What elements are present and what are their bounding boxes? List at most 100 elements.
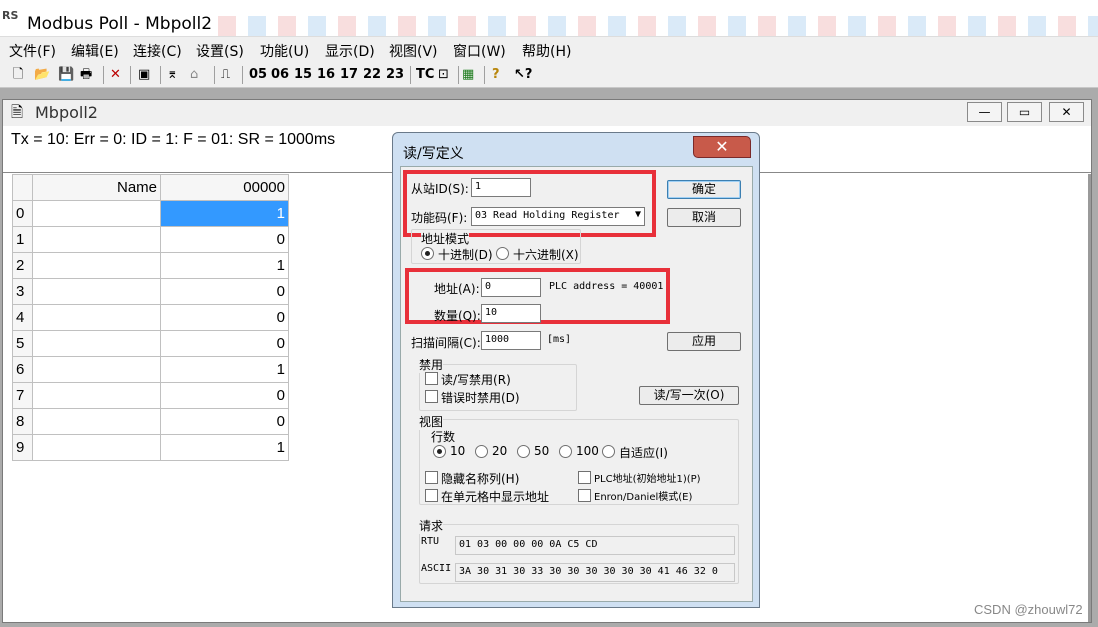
toolbar-divider [242, 66, 243, 84]
pulse-icon[interactable]: ⎍ [221, 65, 230, 85]
rows-20-radio[interactable] [475, 445, 488, 458]
hide-name-column-checkbox[interactable] [425, 471, 438, 484]
close-window-button[interactable]: ✕ [1049, 102, 1084, 122]
dialog-body: 从站ID(S): 1 功能码(F): 03 Read Holding Regis… [400, 166, 753, 602]
new-file-icon[interactable]: 🗋 [13, 65, 23, 85]
column-header-address[interactable]: 00000 [160, 174, 289, 201]
disable-rw-checkbox[interactable] [425, 372, 438, 385]
menu-window[interactable]: 窗口(W) [453, 41, 506, 61]
slave-id-field[interactable]: 1 [471, 178, 531, 197]
name-cell[interactable] [32, 356, 161, 383]
fc-23-button[interactable]: 23 [386, 65, 404, 85]
value-cell[interactable]: 0 [160, 382, 289, 409]
print-icon[interactable]: 🖶 [80, 65, 92, 85]
value-cell[interactable]: 1 [160, 356, 289, 383]
name-cell[interactable] [32, 408, 161, 435]
fc-06-button[interactable]: 06 [271, 65, 289, 85]
ascii-field[interactable]: 3A 30 31 30 33 30 30 30 30 30 30 41 46 3… [455, 563, 735, 582]
minimize-button[interactable]: — [967, 102, 1002, 122]
tc-button[interactable]: TC [416, 65, 434, 85]
table-row[interactable]: 70 [12, 382, 289, 409]
name-cell[interactable] [32, 252, 161, 279]
function-select[interactable]: 03 Read Holding Register ▼ [471, 207, 645, 226]
rows-10-radio[interactable] [433, 445, 446, 458]
enron-daniel-checkbox[interactable] [578, 489, 591, 502]
value-cell[interactable]: 0 [160, 226, 289, 253]
table-row[interactable]: 30 [12, 278, 289, 305]
menu-view[interactable]: 视图(V) [389, 41, 438, 61]
rows-label: 行数 [431, 430, 456, 444]
menu-setup[interactable]: 设置(S) [196, 41, 244, 61]
menu-connect[interactable]: 连接(C) [133, 41, 182, 61]
name-cell[interactable] [32, 278, 161, 305]
name-cell[interactable] [32, 200, 161, 227]
chart-icon[interactable]: ▦ [462, 65, 474, 85]
table-row[interactable]: 01 [12, 200, 289, 227]
value-cell[interactable]: 0 [160, 304, 289, 331]
value-cell[interactable]: 1 [160, 200, 289, 227]
disable-on-error-checkbox[interactable] [425, 390, 438, 403]
apply-button[interactable]: 应用 [667, 332, 741, 351]
value-cell[interactable]: 0 [160, 330, 289, 357]
rows-fit-radio[interactable] [602, 445, 615, 458]
rtu-field[interactable]: 01 03 00 00 00 0A C5 CD [455, 536, 735, 555]
context-help-icon[interactable]: ↖? [514, 65, 532, 85]
toolbar-divider [484, 66, 485, 84]
rows-100-radio[interactable] [559, 445, 572, 458]
hex-radio[interactable] [496, 247, 509, 260]
cancel-button[interactable]: 取消 [667, 208, 741, 227]
decimal-radio[interactable] [421, 247, 434, 260]
name-cell[interactable] [32, 434, 161, 461]
table-row[interactable]: 50 [12, 330, 289, 357]
row-index: 7 [12, 382, 33, 409]
disconnect-icon[interactable]: ⌂ [190, 65, 198, 85]
rows-50-radio[interactable] [517, 445, 530, 458]
fc-22-button[interactable]: 22 [363, 65, 381, 85]
plc-addresses-checkbox[interactable] [578, 471, 591, 484]
name-cell[interactable] [32, 382, 161, 409]
column-header-name[interactable]: Name [32, 174, 161, 201]
quantity-field[interactable]: 10 [481, 304, 541, 323]
ok-button[interactable]: 确定 [667, 180, 741, 199]
table-row[interactable]: 61 [12, 356, 289, 383]
fc-15-button[interactable]: 15 [294, 65, 312, 85]
address-field[interactable]: 0 [481, 278, 541, 297]
name-cell[interactable] [32, 304, 161, 331]
open-folder-icon[interactable]: 📂 [34, 65, 50, 85]
value-cell[interactable]: 0 [160, 278, 289, 305]
menu-help[interactable]: 帮助(H) [522, 41, 571, 61]
read-write-definition-dialog: 读/写定义 ✕ 从站ID(S): 1 功能码(F): 03 Read Holdi… [392, 132, 760, 608]
hex-label: 十六进制(X) [513, 248, 579, 262]
value-cell[interactable]: 0 [160, 408, 289, 435]
fc-17-button[interactable]: 17 [340, 65, 358, 85]
value-cell[interactable]: 1 [160, 434, 289, 461]
table-row[interactable]: 40 [12, 304, 289, 331]
name-cell[interactable] [32, 330, 161, 357]
maximize-button[interactable]: ▭ [1007, 102, 1042, 122]
show-address-in-cell-checkbox[interactable] [425, 489, 438, 502]
connect-icon[interactable]: ⌆ [167, 65, 178, 85]
table-row[interactable]: 91 [12, 434, 289, 461]
menu-edit[interactable]: 编辑(E) [71, 41, 119, 61]
window-icon[interactable]: ▣ [138, 65, 150, 85]
save-icon[interactable]: 💾 [58, 65, 74, 85]
monitor-icon[interactable]: ⊡ [438, 65, 449, 85]
table-row[interactable]: 21 [12, 252, 289, 279]
disable-rw-label: 读/写禁用(R) [441, 373, 511, 387]
row-index: 2 [12, 252, 33, 279]
table-row[interactable]: 10 [12, 226, 289, 253]
dialog-close-button[interactable]: ✕ [693, 136, 751, 158]
menu-functions[interactable]: 功能(U) [260, 41, 309, 61]
menu-display[interactable]: 显示(D) [325, 41, 375, 61]
scan-rate-field[interactable]: 1000 [481, 331, 541, 350]
value-cell[interactable]: 1 [160, 252, 289, 279]
menu-file[interactable]: 文件(F) [9, 41, 56, 61]
delete-icon[interactable]: ✕ [110, 65, 121, 85]
table-row[interactable]: 80 [12, 408, 289, 435]
fc-16-button[interactable]: 16 [317, 65, 335, 85]
help-icon[interactable]: ? [492, 65, 500, 85]
name-cell[interactable] [32, 226, 161, 253]
read-write-once-button[interactable]: 读/写一次(O) [639, 386, 739, 405]
hide-name-column-label: 隐藏名称列(H) [441, 472, 520, 486]
fc-05-button[interactable]: 05 [249, 65, 267, 85]
